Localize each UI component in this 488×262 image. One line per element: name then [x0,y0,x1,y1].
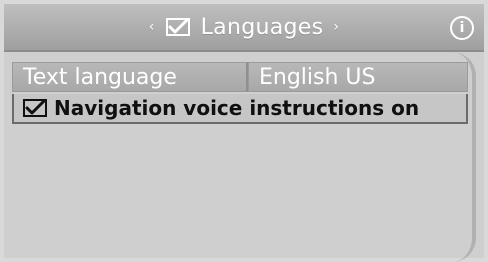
text-language-row[interactable]: Text language English US [12,62,468,92]
info-icon-text: i [459,20,465,36]
text-language-value[interactable]: English US [248,62,468,92]
scroll-indicator [452,52,476,262]
checkmark-square-icon [165,17,191,37]
checkbox-checked-icon[interactable] [22,98,48,118]
title-left-arrow-icon[interactable]: ‹ [149,20,155,34]
settings-content: Text language English US Navigation voic… [4,52,484,258]
navigation-voice-toggle-row[interactable]: Navigation voice instructions on [12,94,468,124]
text-language-label[interactable]: Text language [12,62,248,92]
title-bar: ‹ Languages › i [4,4,484,52]
title-group: ‹ Languages › [114,12,374,42]
info-icon[interactable]: i [450,16,474,40]
page-title: Languages [200,14,324,40]
title-right-arrow-icon[interactable]: › [333,20,339,34]
navigation-voice-label: Navigation voice instructions on [54,96,420,120]
